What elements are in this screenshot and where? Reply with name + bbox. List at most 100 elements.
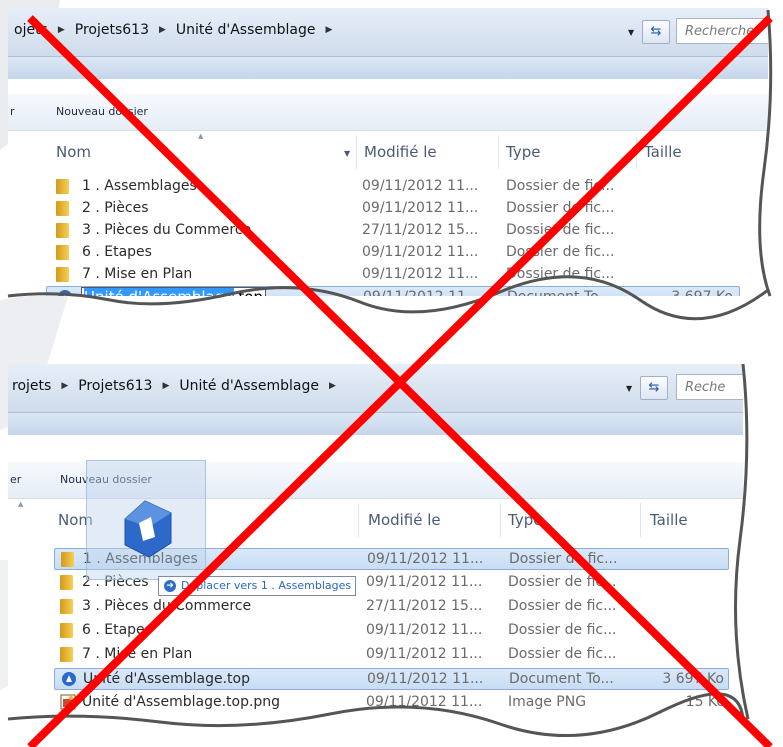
item-type: Dossier de fic... xyxy=(506,222,615,238)
folder-icon xyxy=(60,575,73,590)
item-type: Dossier de fic... xyxy=(508,646,617,662)
list-item[interactable]: 6 . Etapes 09/11/2012 11... Dossier de fic… xyxy=(8,242,768,264)
folder-icon xyxy=(60,623,73,638)
list-item[interactable]: 1 . Assemblages 09/11/2012 11... Dossier d… xyxy=(8,176,768,198)
drag-tooltip-text: Déplacer vers 1 . Assemblages xyxy=(181,579,352,592)
item-size: 3 697 Ko xyxy=(671,289,733,296)
folder-icon xyxy=(56,201,69,216)
item-modified: 09/11/2012 11... xyxy=(363,289,479,296)
chevron-right-icon[interactable]: ▶ xyxy=(329,381,336,391)
item-name: 6 . Etapes xyxy=(82,622,152,638)
list-item[interactable]: Unité d'Assemblage.top 09/11/2012 11... Do… xyxy=(46,286,740,296)
folder-icon xyxy=(60,647,73,662)
item-type: Dossier de fic... xyxy=(508,598,617,614)
item-modified: 09/11/2012 11... xyxy=(362,266,479,282)
drag-tooltip: ➜ Déplacer vers 1 . Assemblages xyxy=(158,576,357,596)
list-item[interactable]: Unité d'Assemblage.top.png 09/11/2012 11.… xyxy=(8,692,743,714)
new-folder-button[interactable]: Nouveau dossier xyxy=(56,105,148,118)
rename-rest-text: .top xyxy=(234,288,263,296)
chevron-down-icon[interactable]: ▼ xyxy=(344,149,350,158)
folder-icon xyxy=(61,552,74,567)
address-bar[interactable]: rojets ▶ Projets613 ▶ Unité d'Assemblage ▶ ▼ … xyxy=(8,364,743,413)
item-type: Dossier de fic... xyxy=(506,200,615,216)
chevron-right-icon[interactable]: ▶ xyxy=(326,25,333,35)
item-name: 3 . Pièces du Commerce xyxy=(82,598,252,614)
topsolid-document-icon xyxy=(62,672,76,686)
column-divider[interactable] xyxy=(636,135,637,169)
list-item[interactable]: 7 . Mise en Plan 09/11/2012 11... Dossier … xyxy=(8,644,743,666)
column-size[interactable]: Taille xyxy=(644,143,682,161)
sort-caret-icon: ▲ xyxy=(198,132,204,140)
folder-icon xyxy=(60,599,73,614)
list-item[interactable]: Unité d'Assemblage.top 09/11/2012 11... Do… xyxy=(54,668,729,690)
column-header: ▲ Nom ▼ Modifié le Type Taille xyxy=(8,131,768,173)
item-modified: 27/11/2012 15... xyxy=(366,598,483,614)
chevron-down-icon[interactable]: ▼ xyxy=(626,384,632,393)
list-item[interactable]: 6 . Etapes 09/11/2012 11... Dossier de fic… xyxy=(8,620,743,642)
column-divider[interactable] xyxy=(358,503,359,537)
breadcrumb-item[interactable]: Unité d'Assemblage xyxy=(179,378,319,394)
folder-icon xyxy=(56,245,69,260)
search-input[interactable]: Rechercher xyxy=(676,18,768,44)
toolbar-item[interactable]: er xyxy=(10,473,21,486)
menu-band xyxy=(8,413,743,435)
list-item[interactable]: 3 . Pièces du Commerce 27/11/2012 15... Do… xyxy=(8,596,743,618)
item-modified: 09/11/2012 11... xyxy=(367,551,484,567)
column-type[interactable]: Type xyxy=(508,511,542,529)
sort-caret-icon: ▲ xyxy=(18,500,24,508)
item-name: 6 . Etapes xyxy=(82,244,152,260)
item-name: Unité d'Assemblage.top.png xyxy=(82,694,281,710)
breadcrumb-item[interactable]: Projets613 xyxy=(75,22,149,38)
chevron-right-icon[interactable]: ▶ xyxy=(159,25,166,35)
item-type: Dossier de fic... xyxy=(506,178,615,194)
item-modified: 09/11/2012 11... xyxy=(362,244,479,260)
rename-input[interactable]: Unité d'Assemblage.top xyxy=(81,287,266,296)
topsolid-document-icon xyxy=(58,290,72,296)
item-type: Document To... xyxy=(507,289,612,296)
refresh-icon[interactable]: ⇆ xyxy=(640,376,668,400)
column-divider[interactable] xyxy=(498,135,499,169)
chevron-down-icon[interactable]: ▼ xyxy=(628,28,634,37)
item-name: 7 . Mise en Plan xyxy=(82,266,193,282)
item-name: 7 . Mise en Plan xyxy=(82,646,193,662)
column-divider[interactable] xyxy=(640,503,641,537)
chevron-right-icon[interactable]: ▶ xyxy=(61,381,68,391)
item-type: Dossier de fic... xyxy=(508,622,617,638)
item-type: Dossier de fic... xyxy=(508,574,617,590)
breadcrumb-item[interactable]: Unité d'Assemblage xyxy=(176,22,316,38)
breadcrumb-item[interactable]: rojets xyxy=(12,378,51,394)
address-bar[interactable]: ojets ▶ Projets613 ▶ Unité d'Assemblage ▶ ▼ ⇆… xyxy=(8,8,768,57)
chevron-right-icon[interactable]: ▶ xyxy=(162,381,169,391)
breadcrumb-item[interactable]: ojets xyxy=(14,22,48,38)
item-size: 3 697 Ko xyxy=(662,671,724,687)
breadcrumb: ojets ▶ Projets613 ▶ Unité d'Assemblage ▶ xyxy=(14,22,342,38)
item-name: 3 . Pièces du Commerce xyxy=(82,222,252,238)
list-item[interactable]: 2 . Pièces 09/11/2012 11... Dossier de fic… xyxy=(8,198,768,220)
column-modified[interactable]: Modifié le xyxy=(368,511,441,529)
explorer-window-top: ojets ▶ Projets613 ▶ Unité d'Assemblage ▶ ▼ ⇆… xyxy=(8,8,768,296)
item-modified: 09/11/2012 11... xyxy=(366,646,483,662)
column-name[interactable]: Nom xyxy=(56,143,91,161)
item-type: Dossier de fic... xyxy=(506,244,615,260)
chevron-right-icon[interactable]: ▶ xyxy=(58,25,65,35)
column-size[interactable]: Taille xyxy=(650,511,688,529)
column-divider[interactable] xyxy=(356,135,357,169)
item-modified: 09/11/2012 11... xyxy=(366,622,483,638)
toolbar: r Nouveau dossier xyxy=(8,94,768,131)
drag-ghost xyxy=(86,460,206,580)
item-type: Dossier de fic... xyxy=(509,551,618,567)
column-type[interactable]: Type xyxy=(506,143,540,161)
refresh-icon[interactable]: ⇆ xyxy=(642,20,670,44)
item-modified: 09/11/2012 11... xyxy=(362,200,479,216)
item-size: 15 Ko xyxy=(685,694,725,710)
item-type: Dossier de fic... xyxy=(506,266,615,282)
item-name: 1 . Assemblages xyxy=(82,178,197,194)
item-type: Image PNG xyxy=(508,694,587,710)
column-divider[interactable] xyxy=(500,503,501,537)
search-input[interactable]: Reche xyxy=(676,374,743,400)
list-item[interactable]: 7 . Mise en Plan 09/11/2012 11... Dossier … xyxy=(8,264,768,286)
list-item[interactable]: 3 . Pièces du Commerce 27/11/2012 15... Do… xyxy=(8,220,768,242)
toolbar-item[interactable]: r xyxy=(10,105,15,118)
breadcrumb-item[interactable]: Projets613 xyxy=(78,378,152,394)
column-modified[interactable]: Modifié le xyxy=(364,143,437,161)
